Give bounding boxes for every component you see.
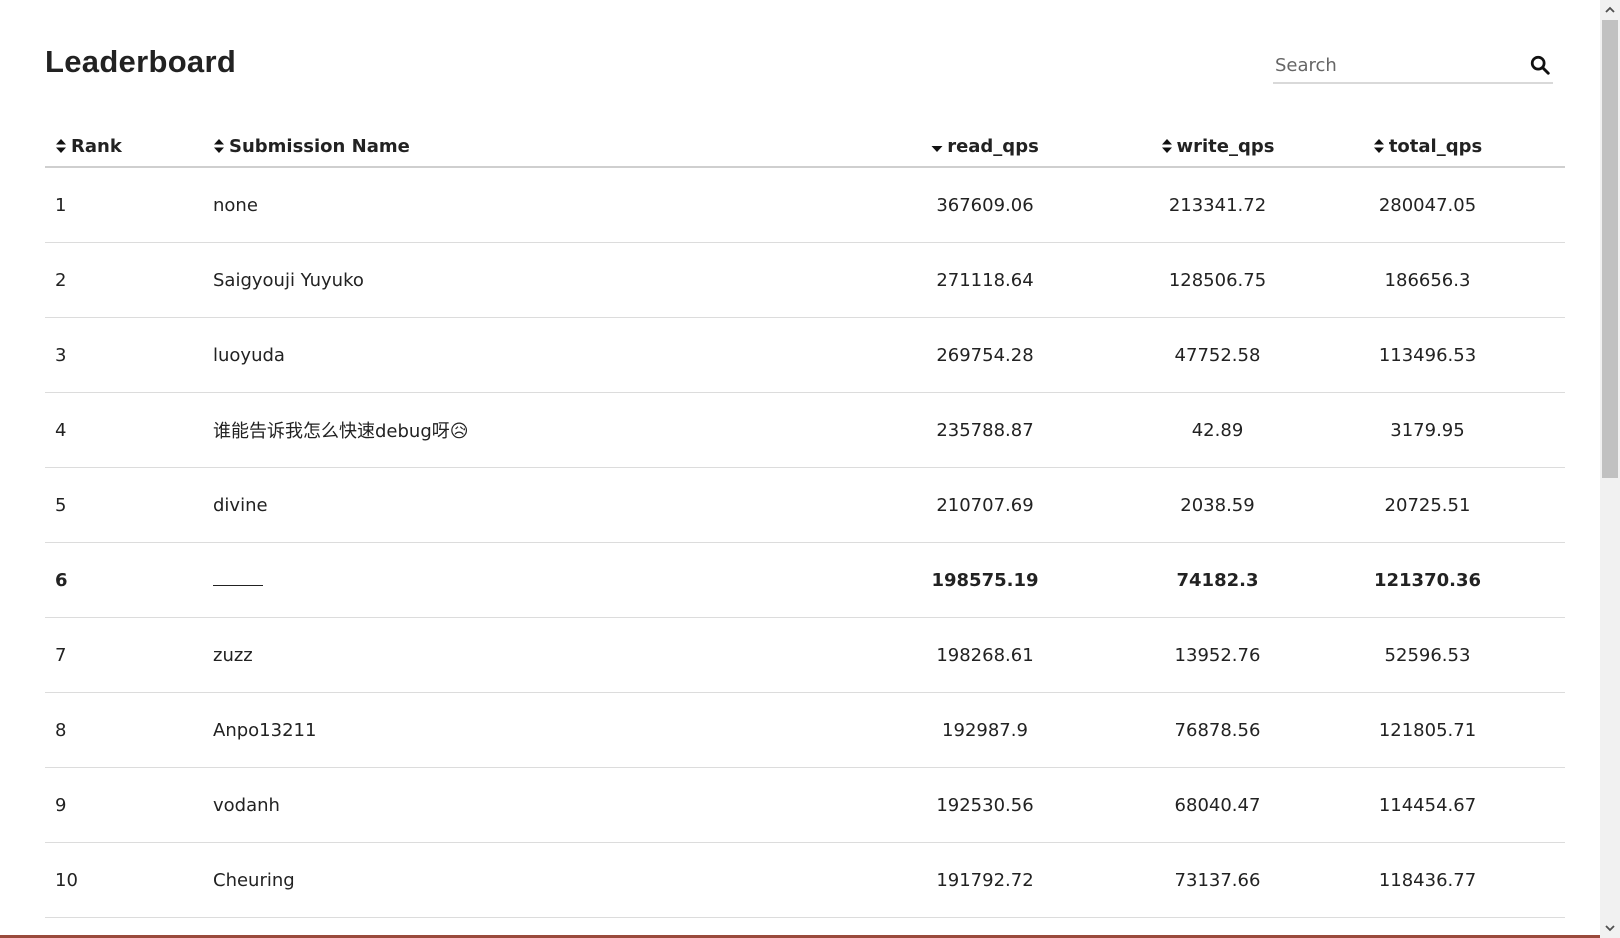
cell-read-qps: 367609.06 bbox=[825, 167, 1145, 243]
cell-write-qps: 128506.75 bbox=[1145, 242, 1290, 318]
cell-read-qps: 235788.87 bbox=[825, 392, 1145, 468]
cell-read-qps: 192530.56 bbox=[825, 767, 1145, 843]
cell-total-qps: 114454.67 bbox=[1290, 767, 1565, 843]
table-row: 8 Anpo13211 192987.9 76878.56 121805.71 bbox=[45, 692, 1565, 768]
search-input[interactable] bbox=[1273, 50, 1517, 80]
table-header-row: Rank Submission Name read_qps write_qps … bbox=[45, 126, 1565, 168]
sort-both-icon bbox=[1373, 138, 1384, 153]
scroll-up-arrow-icon[interactable] bbox=[1604, 4, 1616, 16]
table-row: 5 divine 210707.69 2038.59 20725.51 bbox=[45, 467, 1565, 543]
cell-submission-name: Saigyouji Yuyuko bbox=[213, 242, 825, 318]
cell-submission-name: Cheuring bbox=[213, 842, 825, 918]
scroll-down-arrow-icon[interactable] bbox=[1604, 922, 1616, 934]
column-header-submission-name[interactable]: Submission Name bbox=[213, 126, 825, 168]
cell-total-qps: 121805.71 bbox=[1290, 692, 1565, 768]
cell-rank: 8 bbox=[45, 692, 213, 768]
cell-rank: 4 bbox=[45, 392, 213, 468]
sort-desc-icon bbox=[931, 145, 943, 152]
table-row: 10 Cheuring 191792.72 73137.66 118436.77 bbox=[45, 842, 1565, 918]
sort-both-icon bbox=[214, 138, 224, 153]
cell-write-qps: 2038.59 bbox=[1145, 467, 1290, 543]
cell-read-qps: 192987.9 bbox=[825, 692, 1145, 768]
cell-total-qps: 186656.3 bbox=[1290, 242, 1565, 318]
cell-rank: 3 bbox=[45, 317, 213, 393]
table-row: 3 luoyuda 269754.28 47752.58 113496.53 bbox=[45, 317, 1565, 393]
cell-read-qps: 210707.69 bbox=[825, 467, 1145, 543]
blank-name-underline bbox=[213, 573, 263, 586]
table-row: 7 zuzz 198268.61 13952.76 52596.53 bbox=[45, 617, 1565, 693]
column-header-label: total_qps bbox=[1388, 135, 1483, 157]
cell-write-qps: 13952.76 bbox=[1145, 617, 1290, 693]
cell-read-qps: 198575.19 bbox=[825, 542, 1145, 618]
table-row: 9 vodanh 192530.56 68040.47 114454.67 bbox=[45, 767, 1565, 843]
table-row: 2 Saigyouji Yuyuko 271118.64 128506.75 1… bbox=[45, 242, 1565, 318]
column-header-label: Submission Name bbox=[229, 135, 410, 157]
table-row: 4 谁能告诉我怎么快速debug呀😥 235788.87 42.89 3179.… bbox=[45, 392, 1565, 468]
cell-submission-name: luoyuda bbox=[213, 317, 825, 393]
cell-rank: 5 bbox=[45, 467, 213, 543]
cell-write-qps: 42.89 bbox=[1145, 392, 1290, 468]
sort-both-icon bbox=[1161, 138, 1172, 153]
cell-rank: 6 bbox=[45, 542, 213, 618]
cell-rank: 7 bbox=[45, 617, 213, 693]
cell-read-qps: 269754.28 bbox=[825, 317, 1145, 393]
cell-rank: 1 bbox=[45, 167, 213, 243]
cell-submission-name: Anpo13211 bbox=[213, 692, 825, 768]
cell-rank: 10 bbox=[45, 842, 213, 918]
cell-read-qps: 191792.72 bbox=[825, 842, 1145, 918]
cell-submission-name: none bbox=[213, 167, 825, 243]
cell-rank: 2 bbox=[45, 242, 213, 318]
column-header-label: write_qps bbox=[1176, 135, 1275, 157]
leaderboard-table: Rank Submission Name read_qps write_qps … bbox=[45, 126, 1565, 918]
column-header-label: Rank bbox=[71, 135, 122, 157]
cell-total-qps: 20725.51 bbox=[1290, 467, 1565, 543]
column-header-write-qps[interactable]: write_qps bbox=[1145, 126, 1290, 168]
cell-total-qps: 118436.77 bbox=[1290, 842, 1565, 918]
page-title: Leaderboard bbox=[45, 44, 237, 79]
cell-submission-name: vodanh bbox=[213, 767, 825, 843]
cell-submission-name: divine bbox=[213, 467, 825, 543]
cell-submission-name: zuzz bbox=[213, 617, 825, 693]
column-header-read-qps[interactable]: read_qps bbox=[825, 126, 1145, 168]
table-row-highlighted: 6 198575.19 74182.3 121370.36 bbox=[45, 542, 1565, 618]
column-header-label: read_qps bbox=[947, 135, 1039, 157]
cell-total-qps: 280047.05 bbox=[1290, 167, 1565, 243]
cell-total-qps: 3179.95 bbox=[1290, 392, 1565, 468]
cell-submission-name: 谁能告诉我怎么快速debug呀😥 bbox=[213, 392, 825, 468]
column-header-rank[interactable]: Rank bbox=[45, 126, 213, 168]
search-icon[interactable] bbox=[1529, 54, 1551, 76]
cell-read-qps: 198268.61 bbox=[825, 617, 1145, 693]
column-header-total-qps[interactable]: total_qps bbox=[1290, 126, 1565, 168]
scrollbar-thumb[interactable] bbox=[1602, 20, 1618, 478]
vertical-scrollbar[interactable] bbox=[1600, 0, 1620, 938]
cell-rank: 9 bbox=[45, 767, 213, 843]
cell-write-qps: 47752.58 bbox=[1145, 317, 1290, 393]
sort-both-icon bbox=[56, 138, 66, 153]
cell-write-qps: 76878.56 bbox=[1145, 692, 1290, 768]
cell-write-qps: 74182.3 bbox=[1145, 542, 1290, 618]
cell-total-qps: 113496.53 bbox=[1290, 317, 1565, 393]
cell-submission-name bbox=[213, 542, 825, 618]
cell-write-qps: 68040.47 bbox=[1145, 767, 1290, 843]
cell-read-qps: 271118.64 bbox=[825, 242, 1145, 318]
search-box bbox=[1273, 50, 1553, 84]
leaderboard-page: Leaderboard Rank bbox=[0, 0, 1620, 938]
cell-total-qps: 121370.36 bbox=[1290, 542, 1565, 618]
cell-total-qps: 52596.53 bbox=[1290, 617, 1565, 693]
table-row: 1 none 367609.06 213341.72 280047.05 bbox=[45, 167, 1565, 243]
cell-write-qps: 213341.72 bbox=[1145, 167, 1290, 243]
cell-write-qps: 73137.66 bbox=[1145, 842, 1290, 918]
